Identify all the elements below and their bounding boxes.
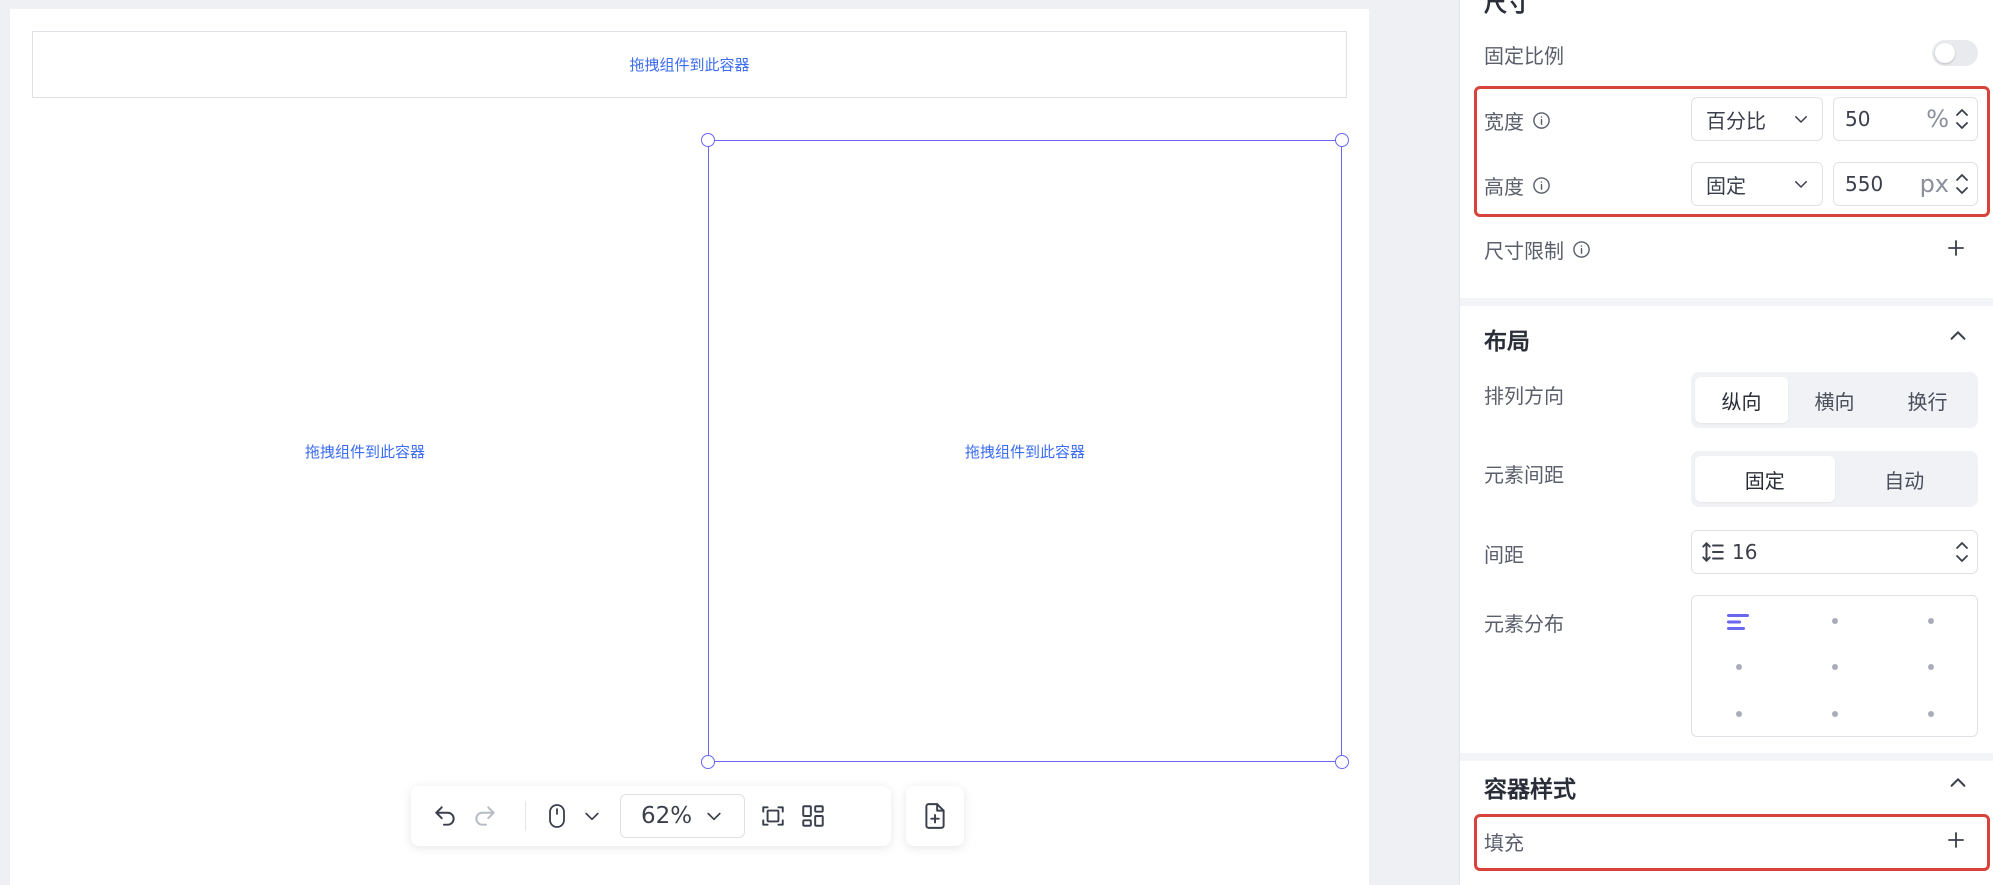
- size-section-title: 尺寸: [1484, 0, 1530, 17]
- spacing-option-auto[interactable]: 自动: [1835, 456, 1975, 502]
- canvas-toolbar: 62%: [411, 786, 891, 846]
- zoom-value: 62%: [640, 803, 693, 829]
- size-highlight-box: [1474, 86, 1990, 217]
- top-container[interactable]: 拖拽组件到此容器: [32, 31, 1347, 98]
- layout-grid-button[interactable]: [793, 796, 833, 836]
- resize-handle-bottom-right[interactable]: [1335, 755, 1349, 769]
- resize-handle-top-right[interactable]: [1335, 133, 1349, 147]
- drop-hint-text: 拖拽组件到此容器: [629, 56, 750, 74]
- properties-panel: 尺寸 固定比例 宽度 百分比 50 % 高度 固定 550 px 尺寸限制 布局: [1459, 0, 1993, 885]
- direction-option-vertical[interactable]: 纵向: [1695, 377, 1788, 423]
- spacing-label: 元素间距: [1484, 463, 1564, 487]
- pointer-mode-button[interactable]: [546, 796, 602, 836]
- distribution-label: 元素分布: [1484, 612, 1564, 636]
- add-page-toolbar: [906, 786, 964, 846]
- canvas[interactable]: 拖拽组件到此容器 拖拽组件到此容器 拖拽组件到此容器: [10, 9, 1369, 885]
- align-middle-center-dot[interactable]: [1832, 664, 1838, 670]
- stepper-icon[interactable]: [1955, 537, 1969, 567]
- layout-section-title: 布局: [1484, 329, 1530, 355]
- drop-hint-text: 拖拽组件到此容器: [304, 442, 425, 461]
- chevron-down-icon: [585, 812, 599, 821]
- align-bottom-center-dot[interactable]: [1832, 711, 1838, 717]
- align-middle-right-dot[interactable]: [1928, 664, 1934, 670]
- align-top-center-dot[interactable]: [1832, 618, 1838, 624]
- direction-option-horizontal[interactable]: 横向: [1788, 377, 1881, 423]
- align-bottom-right-dot[interactable]: [1928, 711, 1934, 717]
- drop-hint-text: 拖拽组件到此容器: [964, 442, 1085, 461]
- direction-segmented-control: 纵向 横向 换行: [1691, 372, 1978, 428]
- add-size-limit-icon[interactable]: [1947, 239, 1965, 257]
- redo-button[interactable]: [465, 796, 505, 836]
- fixed-ratio-label: 固定比例: [1484, 44, 1564, 68]
- mouse-icon: [549, 804, 565, 828]
- chevron-up-icon[interactable]: [1947, 772, 1969, 794]
- direction-option-wrap[interactable]: 换行: [1881, 377, 1974, 423]
- fill-highlight-box: [1474, 814, 1990, 871]
- direction-label: 排列方向: [1484, 384, 1564, 408]
- add-page-icon: [925, 803, 945, 829]
- undo-icon: [435, 806, 455, 826]
- chevron-down-icon: [707, 812, 721, 821]
- section-divider: [1460, 753, 1993, 761]
- undo-button[interactable]: [425, 796, 465, 836]
- container-style-section-title: 容器样式: [1484, 777, 1576, 803]
- zoom-select[interactable]: 62%: [620, 794, 745, 838]
- redo-icon: [475, 806, 495, 826]
- size-limit-label-group: 尺寸限制: [1484, 235, 1591, 264]
- align-middle-left-dot[interactable]: [1736, 664, 1742, 670]
- left-container[interactable]: 拖拽组件到此容器: [32, 140, 698, 762]
- resize-handle-bottom-left[interactable]: [701, 755, 715, 769]
- fixed-ratio-toggle[interactable]: [1932, 40, 1978, 66]
- selected-container[interactable]: 拖拽组件到此容器: [701, 133, 1349, 769]
- spacing-option-fixed[interactable]: 固定: [1695, 456, 1835, 502]
- align-bottom-left-dot[interactable]: [1736, 711, 1742, 717]
- toggle-knob: [1935, 43, 1955, 63]
- gap-value: 16: [1732, 540, 1758, 564]
- size-limit-label: 尺寸限制: [1484, 239, 1564, 263]
- add-page-button[interactable]: [915, 796, 955, 836]
- toolbar-divider: [525, 801, 526, 831]
- align-top-left-icon[interactable]: [1727, 612, 1751, 632]
- chevron-up-icon[interactable]: [1947, 325, 1969, 347]
- info-icon[interactable]: [1572, 240, 1591, 259]
- fit-screen-button[interactable]: [753, 796, 793, 836]
- align-top-right-dot[interactable]: [1928, 618, 1934, 624]
- layout-grid-icon: [802, 805, 824, 827]
- section-divider: [1460, 298, 1993, 306]
- fit-screen-icon: [762, 806, 784, 826]
- spacing-segmented-control: 固定 自动: [1691, 451, 1978, 507]
- line-spacing-icon: [1702, 542, 1724, 562]
- distribution-grid: [1691, 595, 1978, 737]
- gap-label: 间距: [1484, 543, 1524, 567]
- gap-value-input[interactable]: 16: [1691, 530, 1978, 574]
- resize-handle-top-left[interactable]: [701, 133, 715, 147]
